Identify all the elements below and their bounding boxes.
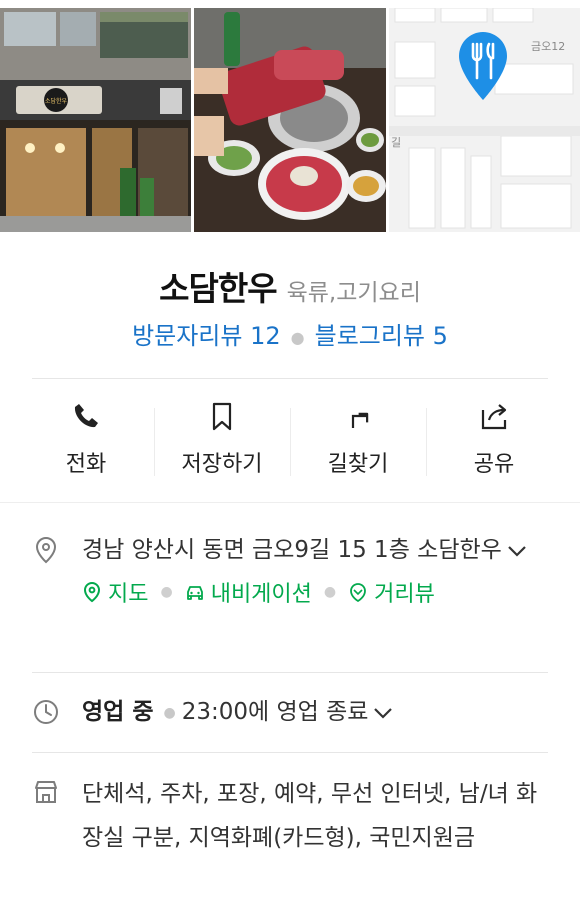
map-thumbnail[interactable]: 금오12 길 <box>389 8 580 232</box>
save-button[interactable]: 저장하기 <box>154 380 290 500</box>
map-street-label-2: 길 <box>391 136 401 149</box>
map-street-label: 금오12 <box>531 40 565 53</box>
share-button[interactable]: 공유 <box>426 380 562 500</box>
share-label: 공유 <box>473 452 515 477</box>
storefront-image: 소담한우 <box>0 8 191 232</box>
location-icon <box>35 536 57 564</box>
chevron-down-icon[interactable] <box>506 544 528 558</box>
link-separator: ● <box>160 584 173 600</box>
facilities-section: 단체석, 주차, 포장, 예약, 무선 인터넷, 남/녀 화장실 구분, 지역화… <box>32 772 548 860</box>
storefront-sign-text: 소담한우 <box>45 98 68 105</box>
car-icon <box>186 586 203 600</box>
address-text: 경남 양산시 동면 금오9길 15 1층 소담한우 <box>82 537 502 563</box>
address-links: 지도 ● 내비게이션 ● 거리뷰 <box>82 576 548 608</box>
directions-label: 길찾기 <box>327 452 389 477</box>
directions-icon <box>351 412 369 428</box>
phone-icon <box>74 404 98 428</box>
map-link[interactable]: 지도 <box>82 576 148 608</box>
street-view-link[interactable]: 거리뷰 <box>348 576 435 608</box>
place-name: 소담한우 <box>159 269 277 308</box>
call-button[interactable]: 전화 <box>18 380 154 500</box>
map-link-label: 지도 <box>108 582 149 607</box>
review-separator: ● <box>290 327 305 347</box>
chevron-down-icon[interactable] <box>372 706 394 720</box>
call-label: 전화 <box>65 452 107 477</box>
street-view-link-label: 거리뷰 <box>374 582 435 607</box>
action-bar: 전화 저장하기 길찾기 공유 <box>18 380 562 500</box>
navigation-link-label: 내비게이션 <box>210 582 312 607</box>
food-image <box>194 8 386 232</box>
save-label: 저장하기 <box>181 452 263 477</box>
hours-separator: ● <box>163 704 176 721</box>
hours-line: 영업 중 ● 23:00에 영업 종료 <box>82 694 548 731</box>
address-section: 경남 양산시 동면 금오9길 15 1층 소담한우 지도 ● 내비게이션 ● 거… <box>32 532 548 608</box>
bookmark-icon <box>212 402 232 431</box>
store-icon <box>35 781 57 803</box>
address-line[interactable]: 경남 양산시 동면 금오9길 15 1층 소담한우 <box>82 532 548 568</box>
business-status: 영업 중 <box>82 699 154 725</box>
hours-section[interactable]: 영업 중 ● 23:00에 영업 종료 <box>32 694 548 731</box>
food-photo[interactable] <box>194 8 386 232</box>
divider <box>32 752 548 753</box>
directions-button[interactable]: 길찾기 <box>290 380 426 500</box>
place-title-row: 소담한우 육류,고기요리 <box>0 262 580 310</box>
map-image: 금오12 길 <box>389 8 580 232</box>
map-pin-outline-icon <box>83 581 101 603</box>
closing-time: 23:00에 영업 종료 <box>181 699 369 725</box>
divider <box>32 378 548 379</box>
visitor-review-link[interactable]: 방문자리뷰 12 <box>132 322 281 350</box>
blog-review-link[interactable]: 블로그리뷰 5 <box>315 322 448 350</box>
clock-icon <box>34 700 58 724</box>
share-icon <box>481 404 507 430</box>
divider <box>32 672 548 673</box>
photo-strip: 소담한우 금오12 길 <box>0 0 580 232</box>
section-divider <box>0 502 580 503</box>
storefront-photo[interactable]: 소담한우 <box>0 8 191 232</box>
street-view-icon <box>350 583 367 603</box>
facilities-text: 단체석, 주차, 포장, 예약, 무선 인터넷, 남/녀 화장실 구분, 지역화… <box>82 781 538 851</box>
navigation-link[interactable]: 내비게이션 <box>185 576 312 608</box>
place-category: 육류,고기요리 <box>286 280 421 306</box>
link-separator: ● <box>323 584 337 600</box>
review-row: 방문자리뷰 12 ● 블로그리뷰 5 <box>0 316 580 351</box>
